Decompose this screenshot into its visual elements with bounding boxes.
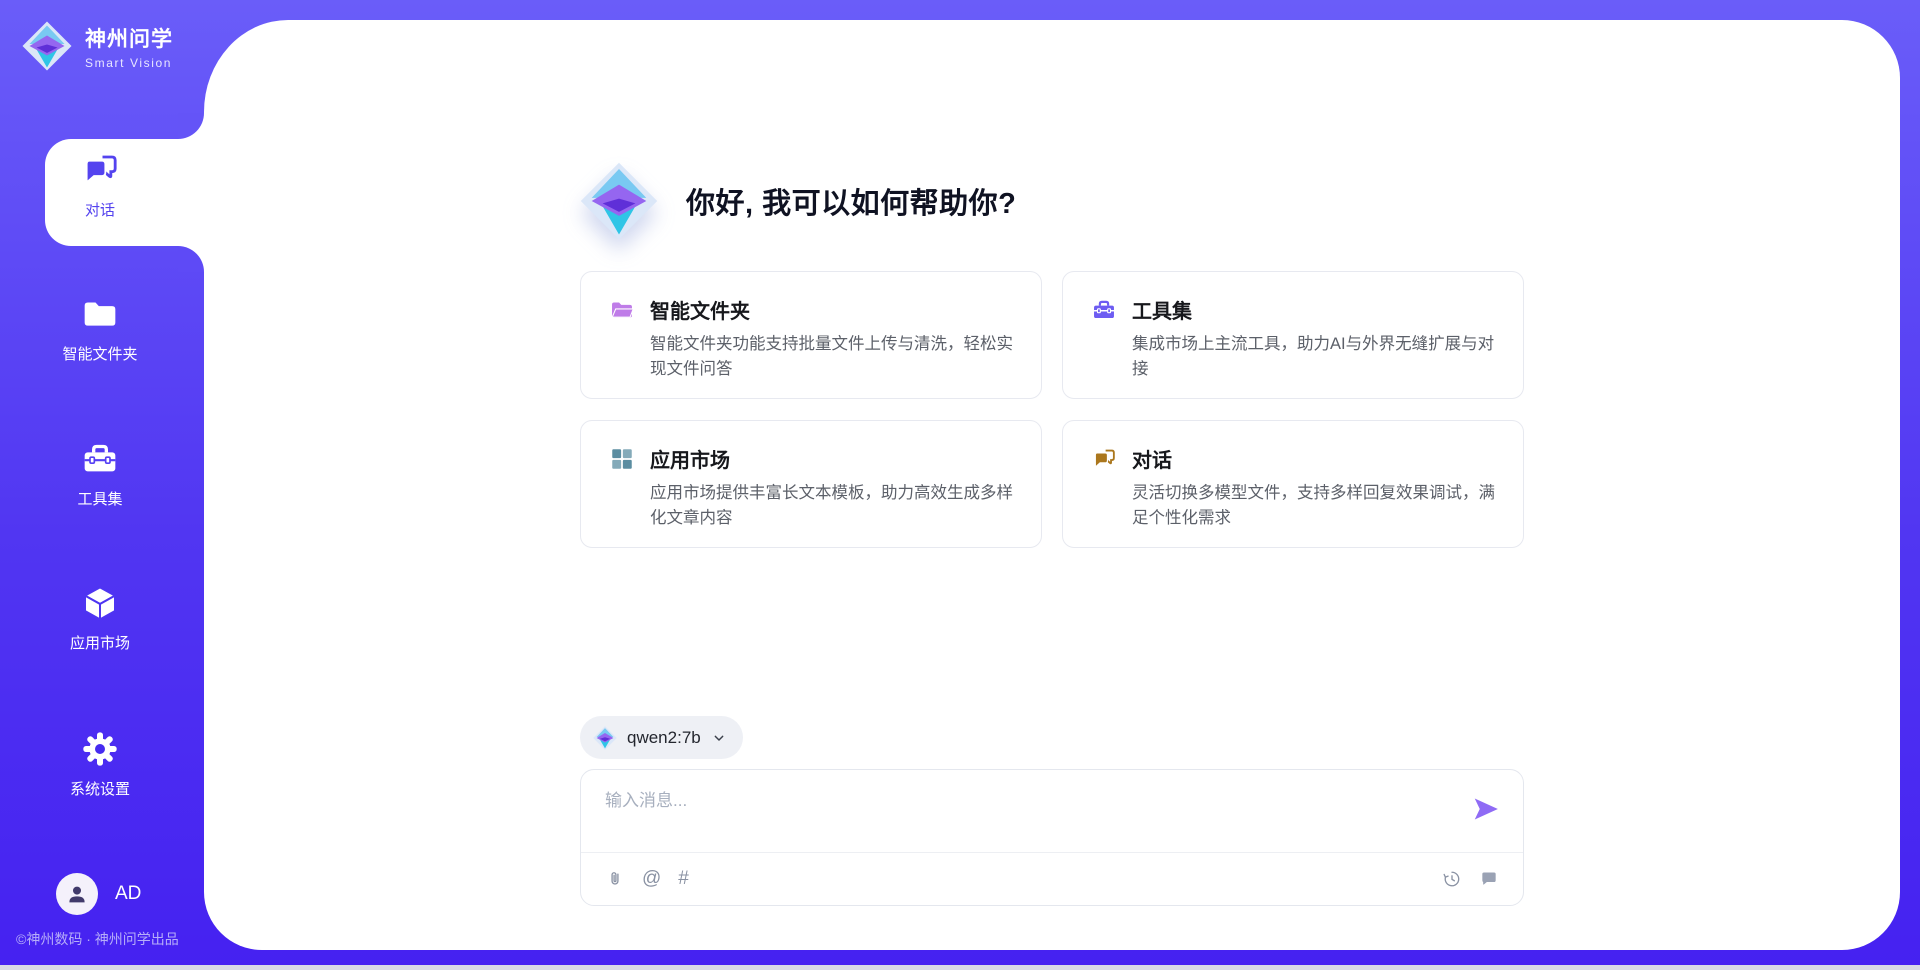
main-panel: 你好, 我可以如何帮助你? 智能文件夹 智能文件夹功能支持批量文件上传与清洗，轻… bbox=[204, 20, 1900, 950]
comment-button[interactable] bbox=[1479, 869, 1499, 889]
attach-button[interactable] bbox=[605, 869, 625, 889]
card-description: 应用市场提供丰富长文本模板，助力高效生成多样化文章内容 bbox=[650, 481, 1021, 531]
sidebar-item-settings[interactable]: 系统设置 bbox=[0, 729, 200, 799]
sidebar-item-label: 系统设置 bbox=[70, 778, 130, 799]
diamond-logo-icon bbox=[593, 726, 617, 750]
paperclip-icon bbox=[605, 869, 625, 889]
sidebar-item-smart-folder[interactable]: 智能文件夹 bbox=[0, 294, 200, 364]
card-smart-folder[interactable]: 智能文件夹 智能文件夹功能支持批量文件上传与清洗，轻松实现文件问答 bbox=[580, 271, 1042, 399]
card-description: 灵活切换多模型文件，支持多样回复效果调试，满足个性化需求 bbox=[1132, 481, 1503, 531]
chat-icon bbox=[80, 150, 120, 190]
send-button[interactable] bbox=[1471, 794, 1501, 824]
sidebar-footer: ©神州数码 · 神州问学出品 bbox=[16, 929, 179, 949]
sidebar-item-label: 应用市场 bbox=[70, 632, 130, 653]
card-app-market[interactable]: 应用市场 应用市场提供丰富长文本模板，助力高效生成多样化文章内容 bbox=[580, 420, 1042, 548]
sidebar-item-label: 对话 bbox=[85, 199, 115, 220]
sidebar-item-chat[interactable]: 对话 bbox=[0, 150, 200, 220]
gear-icon bbox=[80, 729, 120, 769]
brand-subtitle: Smart Vision bbox=[85, 56, 173, 70]
sidebar-item-label: 工具集 bbox=[77, 488, 122, 509]
brand: 神州问学 Smart Vision bbox=[22, 21, 173, 71]
folder-icon bbox=[80, 294, 120, 334]
diamond-logo-icon bbox=[580, 162, 658, 240]
composer-toolbar: @ # bbox=[605, 853, 1499, 905]
card-description: 集成市场上主流工具，助力AI与外界无缝扩展与对接 bbox=[1132, 332, 1503, 382]
card-title: 智能文件夹 bbox=[650, 295, 750, 324]
chevron-down-icon bbox=[711, 730, 727, 746]
avatar bbox=[56, 873, 98, 915]
user-name: AD bbox=[115, 883, 141, 905]
message-input-card: @ # bbox=[580, 769, 1524, 906]
hash-symbol: # bbox=[678, 869, 689, 889]
toolbox-icon bbox=[1091, 297, 1117, 323]
at-symbol: @ bbox=[642, 869, 661, 889]
window-bottom-edge bbox=[0, 965, 1920, 970]
hash-icon[interactable]: # bbox=[678, 869, 689, 889]
model-selector[interactable]: qwen2:7b bbox=[580, 716, 743, 759]
diamond-logo-icon bbox=[22, 21, 72, 71]
at-icon[interactable]: @ bbox=[642, 869, 661, 889]
sidebar: 神州问学 Smart Vision 对话 智能文件夹 bbox=[0, 0, 204, 970]
card-chat[interactable]: 对话 灵活切换多模型文件，支持多样回复效果调试，满足个性化需求 bbox=[1062, 420, 1524, 548]
cube-icon bbox=[80, 583, 120, 623]
greeting: 你好, 我可以如何帮助你? bbox=[580, 162, 1524, 240]
app-window: 神州问学 Smart Vision 对话 智能文件夹 bbox=[0, 0, 1920, 970]
card-title: 应用市场 bbox=[650, 444, 730, 473]
user-profile[interactable]: AD bbox=[56, 873, 141, 915]
card-title: 工具集 bbox=[1132, 295, 1192, 324]
card-toolbox[interactable]: 工具集 集成市场上主流工具，助力AI与外界无缝扩展与对接 bbox=[1062, 271, 1524, 399]
tab-fillet-bottom bbox=[178, 246, 204, 272]
feature-cards: 智能文件夹 智能文件夹功能支持批量文件上传与清洗，轻松实现文件问答 工具集 集成… bbox=[580, 271, 1524, 548]
grid-icon bbox=[609, 446, 635, 472]
folder-icon bbox=[609, 297, 635, 323]
send-icon bbox=[1471, 794, 1501, 824]
brand-name: 神州问学 bbox=[85, 23, 173, 53]
sidebar-item-toolbox[interactable]: 工具集 bbox=[0, 439, 200, 509]
toolbox-icon bbox=[80, 439, 120, 479]
card-description: 智能文件夹功能支持批量文件上传与清洗，轻松实现文件问答 bbox=[650, 332, 1021, 382]
comment-icon bbox=[1479, 869, 1499, 889]
history-icon bbox=[1442, 869, 1462, 889]
composer: qwen2:7b bbox=[580, 716, 1524, 906]
model-name: qwen2:7b bbox=[627, 728, 701, 748]
tab-fillet-top bbox=[178, 113, 204, 139]
message-input[interactable] bbox=[605, 786, 1453, 844]
chat-icon bbox=[1091, 446, 1117, 472]
sidebar-item-label: 智能文件夹 bbox=[62, 343, 137, 364]
sidebar-item-app-market[interactable]: 应用市场 bbox=[0, 583, 200, 653]
card-title: 对话 bbox=[1132, 444, 1172, 473]
greeting-text: 你好, 我可以如何帮助你? bbox=[686, 180, 1016, 222]
history-button[interactable] bbox=[1442, 869, 1462, 889]
person-icon bbox=[65, 882, 89, 906]
